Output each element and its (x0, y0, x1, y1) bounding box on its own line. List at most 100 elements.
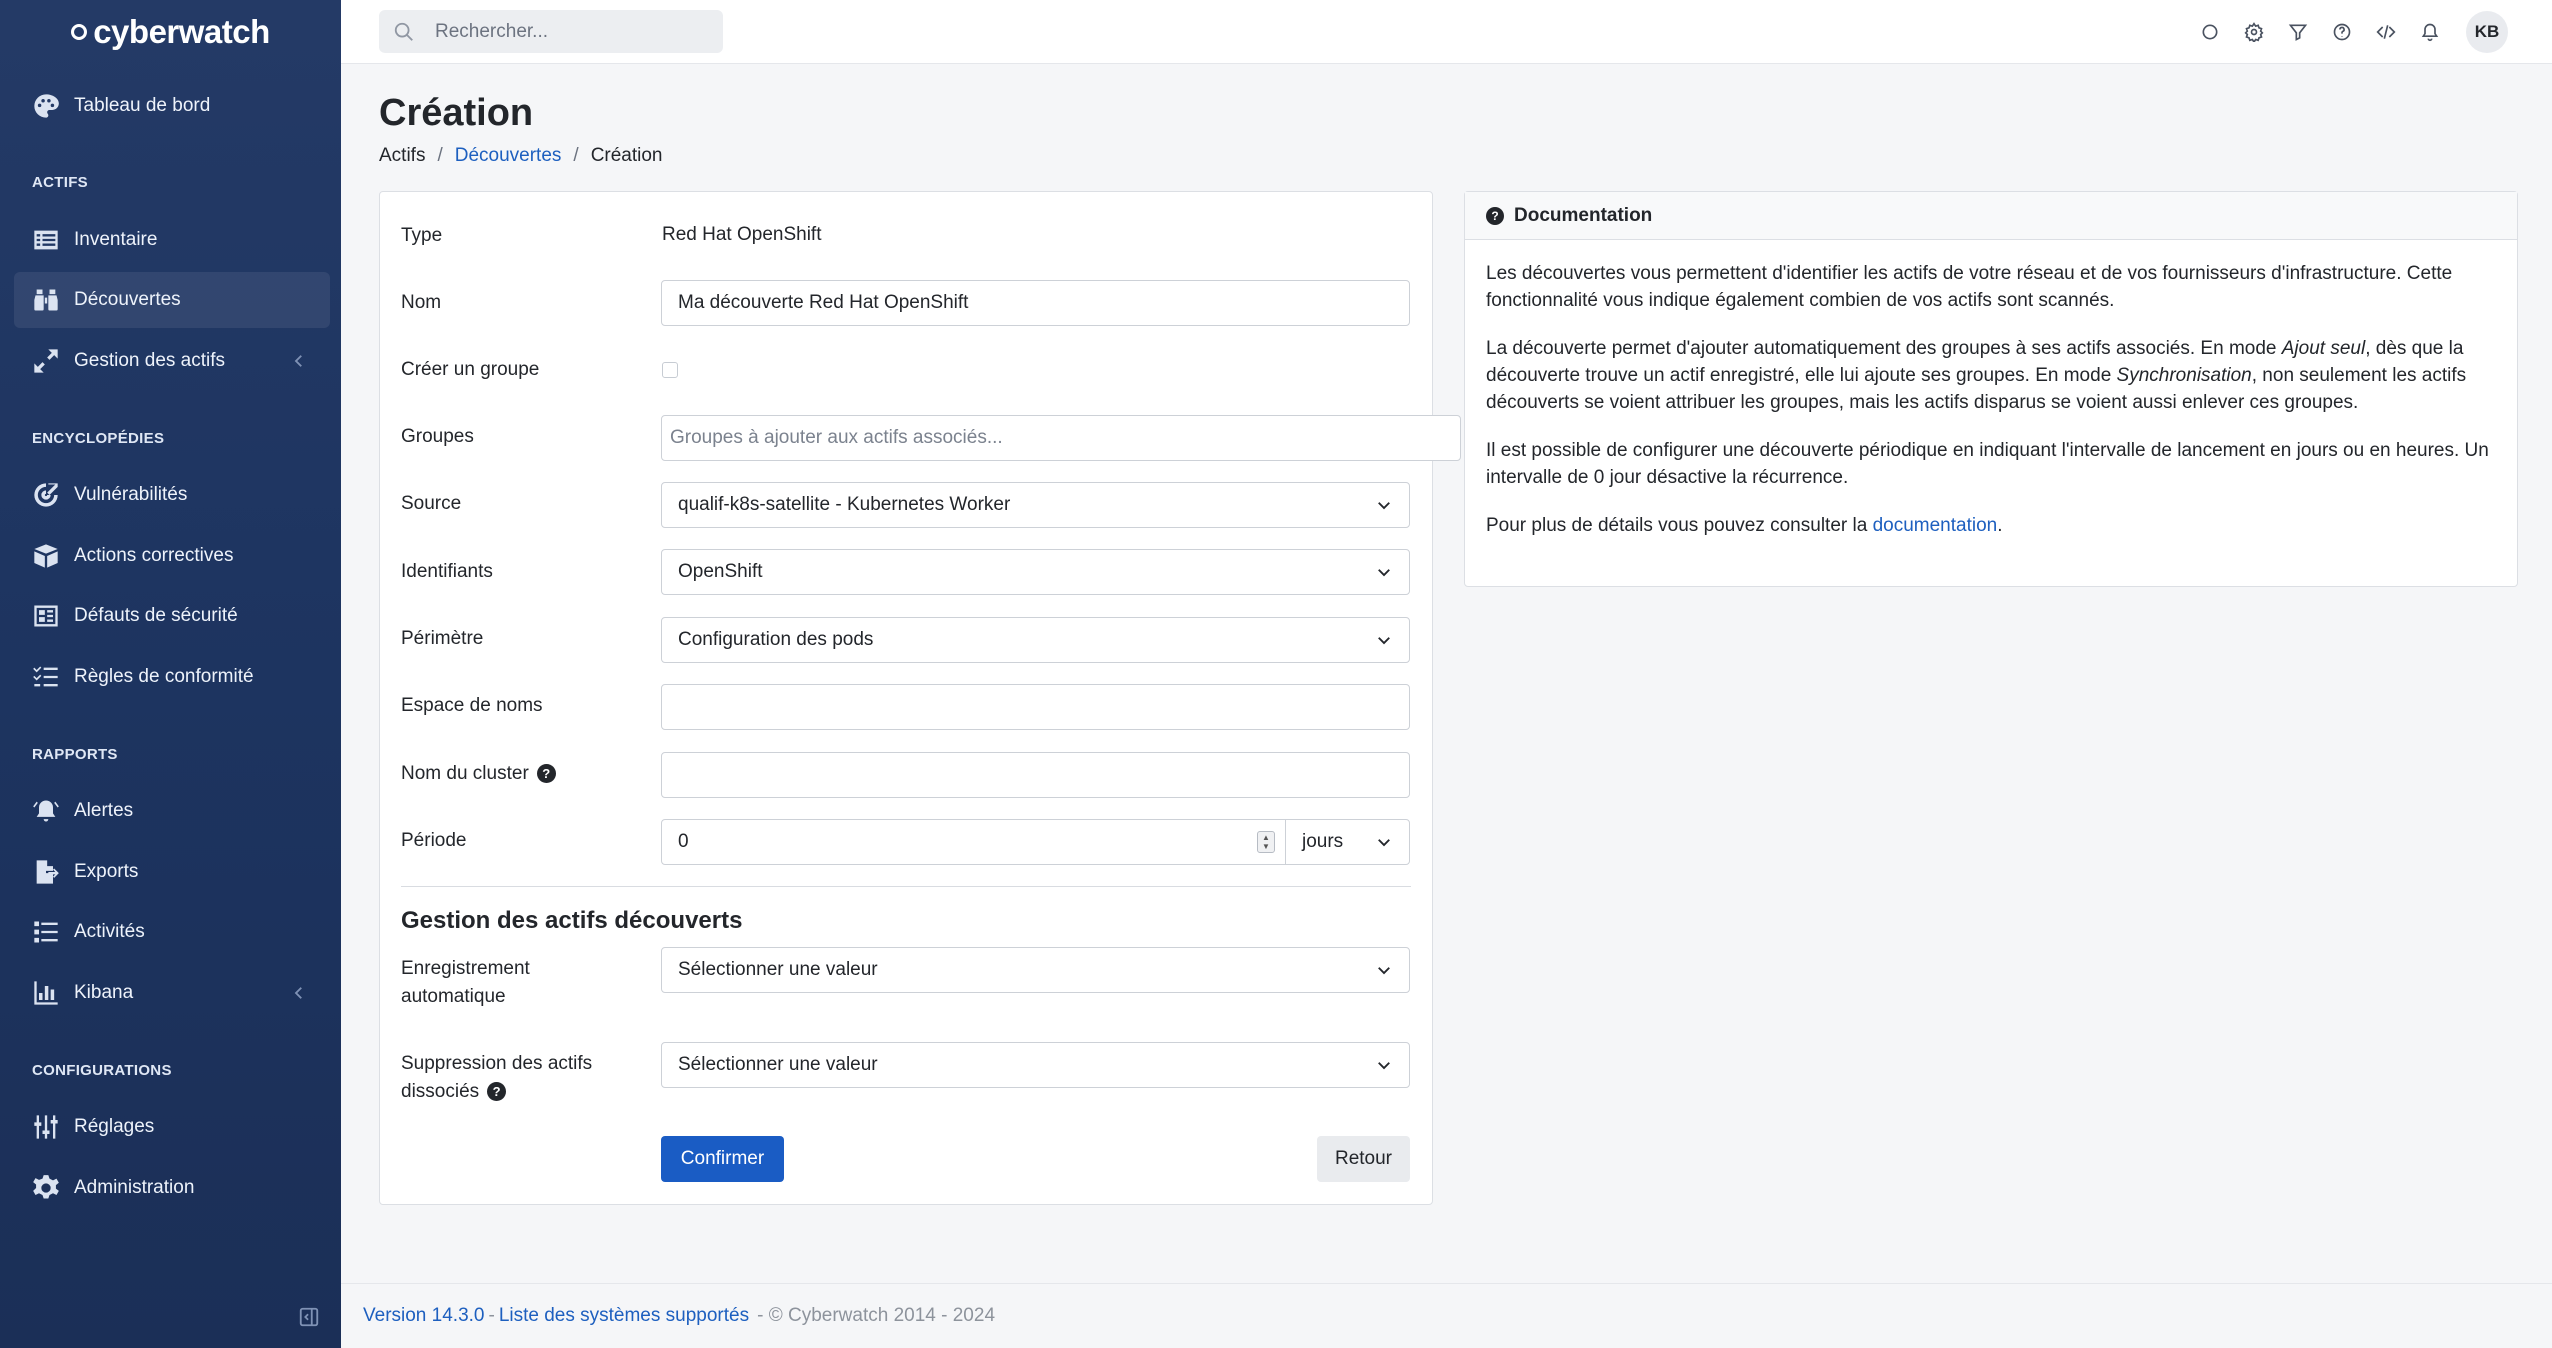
help-icon: ? (1486, 206, 1504, 225)
sidebar-item-label: Vulnérabilités (74, 484, 188, 505)
sidebar-item-defauts-securite[interactable]: Défauts de sécurité (14, 588, 330, 644)
doc-paragraph-2: La découverte permet d'ajouter automatiq… (1486, 335, 2496, 416)
sidebar-item-gestion-actifs[interactable]: Gestion des actifs (14, 333, 330, 389)
chevron-down-icon (1375, 961, 1393, 979)
doc-emphasis: Ajout seul (2281, 338, 2366, 359)
auto-register-label-line2: automatique (401, 986, 506, 1007)
breadcrumb-separator: / (573, 145, 579, 166)
type-value: Red Hat OpenShift (662, 224, 822, 245)
chevron-down-icon (1375, 631, 1393, 649)
namespace-label: Espace de noms (401, 695, 543, 716)
chevron-down-icon (1375, 563, 1393, 581)
sidebar-item-actions-correctives[interactable]: Actions correctives (14, 528, 330, 584)
delete-dissociated-select[interactable]: Sélectionner une valeur (661, 1042, 1410, 1088)
sidebar-item-label: Règles de conformité (74, 666, 254, 687)
name-input[interactable]: Ma découverte Red Hat OpenShift (661, 280, 1410, 326)
sidebar-item-kibana[interactable]: Kibana (14, 965, 330, 1021)
back-button[interactable]: Retour (1317, 1136, 1410, 1182)
topbar: KB (341, 0, 2552, 64)
doc-paragraph-1: Les découvertes vous permettent d'identi… (1486, 263, 2453, 311)
sidebar-item-decouvertes[interactable]: Découvertes (14, 272, 330, 328)
documentation-header: ? Documentation (1465, 192, 2517, 240)
sidebar-item-activites[interactable]: Activités (14, 904, 330, 960)
version-link[interactable]: Version 14.3.0 (363, 1305, 484, 1327)
chevron-down-icon (1375, 1056, 1393, 1074)
breadcrumb: Actifs / Découvertes / Création (379, 145, 663, 167)
cluster-input[interactable] (661, 752, 1410, 798)
section-rapports: RAPPORTS (32, 746, 118, 763)
breadcrumb-parent-link[interactable]: Découvertes (455, 145, 562, 167)
brand-name: cyberwatch (93, 13, 270, 50)
breadcrumb-root[interactable]: Actifs (379, 145, 425, 167)
brand-logo[interactable]: cyberwatch (0, 0, 341, 64)
target-icon (30, 479, 62, 511)
source-select[interactable]: qualif-k8s-satellite - Kubernetes Worker (661, 482, 1410, 528)
filter-icon[interactable] (2276, 11, 2320, 53)
dashboard-screen-icon (30, 600, 62, 632)
supported-systems-link[interactable]: Liste des systèmes supportés (499, 1305, 749, 1327)
collapse-sidebar-icon[interactable] (298, 1306, 320, 1328)
sidebar-item-alertes[interactable]: Alertes (14, 783, 330, 839)
breadcrumb-separator: / (437, 145, 443, 166)
credentials-label: Identifiants (401, 561, 493, 582)
checklist-icon (30, 661, 62, 693)
code-icon[interactable] (2364, 11, 2408, 53)
sidebar-item-regles-conformite[interactable]: Règles de conformité (14, 649, 330, 705)
sidebar-item-label: Tableau de bord (74, 95, 211, 116)
chevron-down-icon (1375, 833, 1393, 851)
avatar[interactable]: KB (2466, 11, 2508, 53)
sidebar-item-label: Activités (74, 921, 145, 942)
auto-register-select[interactable]: Sélectionner une valeur (661, 947, 1410, 993)
search-icon (393, 21, 415, 43)
sidebar-item-label: Exports (74, 861, 139, 882)
confirm-button[interactable]: Confirmer (661, 1136, 784, 1182)
auto-register-value: Sélectionner une valeur (678, 959, 878, 980)
cog-icon (30, 1172, 62, 1204)
sidebar-item-administration[interactable]: Administration (14, 1160, 330, 1216)
help-icon[interactable]: ? (487, 1082, 507, 1102)
topbar-actions: KB (2188, 11, 2508, 53)
namespace-input[interactable] (661, 684, 1410, 730)
sidebar-item-exports[interactable]: Exports (14, 844, 330, 900)
section-title: Gestion des actifs découverts (401, 907, 743, 934)
documentation-link[interactable]: documentation (1873, 515, 1998, 536)
activity-list-icon (30, 916, 62, 948)
help-icon[interactable]: ? (536, 764, 556, 784)
chevron-down-icon (1375, 496, 1393, 514)
period-input[interactable]: 0 ▲ ▼ (661, 819, 1286, 865)
delete-dissociated-label: Suppression des actifs dissociés? (401, 1050, 592, 1106)
cluster-label-text: Nom du cluster (401, 763, 529, 784)
sidebar-item-label: Alertes (74, 800, 134, 821)
expand-arrows-icon (30, 345, 62, 377)
search-input[interactable] (435, 20, 695, 43)
groups-input[interactable]: Groupes à ajouter aux actifs associés... (661, 415, 1461, 461)
create-group-checkbox[interactable] (662, 362, 678, 378)
doc-text: La découverte permet d'ajouter automatiq… (1486, 338, 2282, 359)
footer-separator: - (488, 1305, 495, 1326)
sidebar-item-inventaire[interactable]: Inventaire (14, 212, 330, 268)
circle-icon[interactable] (2188, 11, 2232, 53)
sliders-icon (30, 1111, 62, 1143)
sidebar-item-vulnerabilites[interactable]: Vulnérabilités (14, 467, 330, 523)
create-group-label: Créer un groupe (401, 359, 540, 380)
sidebar-item-reglages[interactable]: Réglages (14, 1099, 330, 1155)
chevron-left-icon (290, 984, 308, 1002)
sidebar-item-label: Administration (74, 1177, 195, 1198)
scope-value: Configuration des pods (678, 629, 874, 650)
bell-icon[interactable] (2408, 11, 2452, 53)
sidebar-item-label: Défauts de sécurité (74, 605, 238, 626)
scope-select[interactable]: Configuration des pods (661, 617, 1410, 663)
credentials-select[interactable]: OpenShift (661, 549, 1410, 595)
period-unit-select[interactable]: jours (1285, 819, 1410, 865)
number-spinner-icon[interactable]: ▲ ▼ (1257, 831, 1275, 853)
sidebar: cyberwatch Tableau de bord ACTIFS Invent… (0, 0, 341, 1348)
sidebar-item-dashboard[interactable]: Tableau de bord (14, 78, 330, 134)
sidebar-item-label: Kibana (74, 982, 134, 1003)
help-circle-icon[interactable] (2320, 11, 2364, 53)
search-box[interactable] (379, 10, 723, 53)
source-label: Source (401, 493, 462, 514)
settings-icon[interactable] (2232, 11, 2276, 53)
list-icon (30, 224, 62, 256)
doc-emphasis: Synchronisation (2116, 365, 2252, 386)
palette-icon (30, 90, 62, 122)
